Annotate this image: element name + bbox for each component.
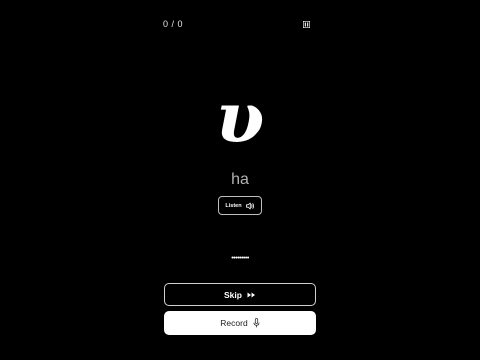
progress-counter: 0 / 0 — [162, 19, 183, 29]
fast-forward-icon — [247, 292, 256, 298]
pause-icon — [302, 20, 310, 28]
listen-button[interactable]: Listen — [218, 196, 262, 215]
skip-label: Skip — [224, 289, 242, 300]
record-label: Record — [220, 318, 248, 328]
answer-input[interactable]: ••••••••• — [200, 253, 280, 265]
pause-button[interactable] — [301, 19, 311, 29]
listen-label: Listen — [225, 202, 242, 209]
speaker-icon — [245, 202, 255, 210]
record-button[interactable]: Record — [164, 311, 316, 335]
skip-button[interactable]: Skip — [164, 283, 316, 306]
romanization-text: ha — [231, 171, 249, 188]
character-glyph: υ — [215, 76, 265, 159]
microphone-icon — [253, 318, 260, 328]
